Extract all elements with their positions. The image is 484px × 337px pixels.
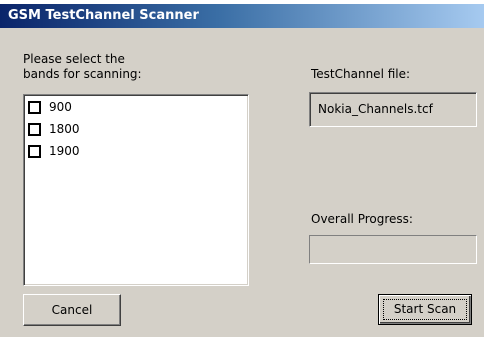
start-scan-button[interactable]: Start Scan (378, 294, 472, 325)
testchannel-file-value: Nokia_Channels.tcf (318, 102, 433, 116)
band-checkbox-900[interactable] (28, 100, 41, 114)
title-bar[interactable]: GSM TestChannel Scanner (0, 4, 484, 28)
cancel-button[interactable]: Cancel (23, 294, 121, 326)
start-scan-button-label: Start Scan (393, 302, 457, 316)
band-label-1800: 1800 (49, 121, 80, 136)
band-checkbox-1900[interactable] (28, 144, 41, 158)
bands-listbox[interactable]: 900 1800 1900 (23, 94, 249, 286)
cancel-button-label: Cancel (51, 303, 93, 317)
scanner-dialog: GSM TestChannel Scanner Please select th… (0, 0, 484, 337)
band-item-1800[interactable]: 1800 (28, 121, 80, 137)
band-item-900[interactable]: 900 (28, 99, 72, 115)
bands-prompt-line2: bands for scanning: (23, 67, 142, 81)
overall-progress-bar (309, 235, 477, 264)
testchannel-file-label: TestChannel file: (311, 67, 411, 81)
window-title: GSM TestChannel Scanner (8, 8, 199, 23)
bands-prompt-line1: Please select the (23, 52, 125, 66)
overall-progress-label: Overall Progress: (311, 212, 413, 226)
band-label-900: 900 (49, 99, 72, 114)
dialog-body: Please select the bands for scanning: 90… (0, 28, 484, 337)
band-label-1900: 1900 (49, 143, 80, 158)
testchannel-file-field: Nokia_Channels.tcf (309, 92, 477, 127)
band-checkbox-1800[interactable] (28, 122, 41, 136)
band-item-1900[interactable]: 1900 (28, 143, 80, 159)
